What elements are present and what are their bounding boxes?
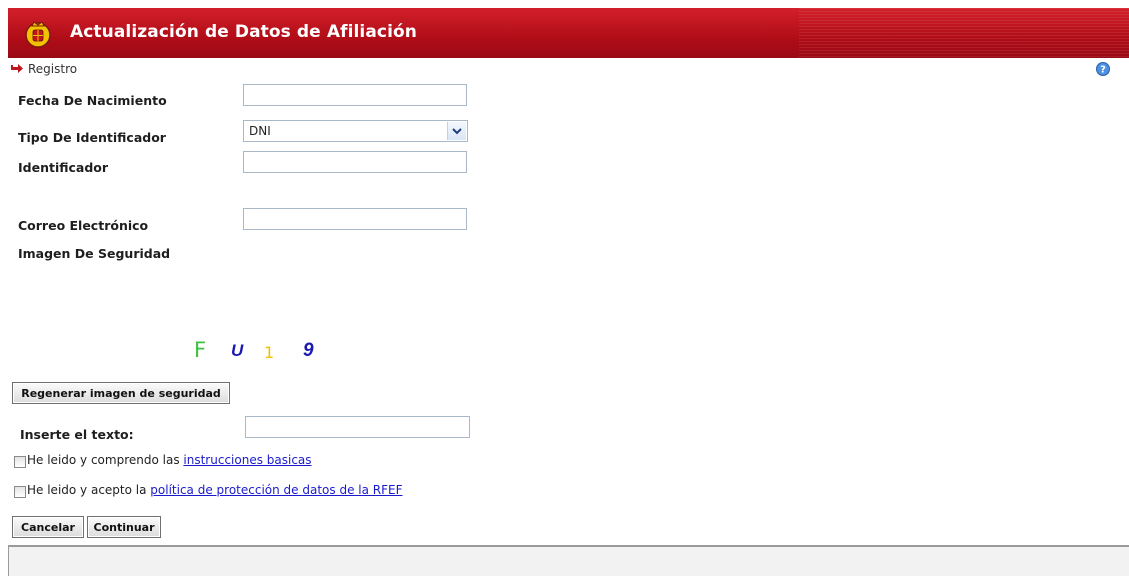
regenerar-button[interactable]: Regenerar imagen de seguridad: [12, 382, 230, 404]
tipo-identificador-value: DNI: [249, 124, 271, 138]
fecha-label: Fecha De Nacimiento: [18, 93, 167, 108]
svg-text:?: ?: [1100, 65, 1106, 76]
instrucciones-checkbox[interactable]: [14, 456, 26, 468]
imagen-label: Imagen De Seguridad: [18, 246, 171, 261]
arrow-right-icon: [11, 64, 23, 73]
select-dropdown-button[interactable]: [447, 122, 466, 140]
fecha-nacimiento-input[interactable]: [243, 84, 467, 106]
tipo-label: Tipo De Identificador: [18, 130, 166, 145]
page-title: Actualización de Datos de Afiliación: [70, 22, 418, 42]
check2-text: He leido y acepto la: [27, 483, 147, 497]
breadcrumb-label: Registro: [28, 62, 78, 76]
breadcrumb: Registro: [10, 62, 77, 76]
captcha-char-4: 9: [303, 340, 314, 361]
politica-link[interactable]: política de protección de datos de la RF…: [150, 483, 402, 497]
check1-line: He leido y comprendo las instrucciones b…: [27, 453, 312, 467]
tipo-identificador-select[interactable]: DNI: [243, 120, 468, 142]
instrucciones-link[interactable]: instrucciones basicas: [183, 453, 311, 467]
identificador-input[interactable]: [243, 151, 467, 173]
correo-label: Correo Electrónico: [18, 218, 149, 233]
app-header: Actualización de Datos de Afiliación: [8, 8, 1129, 58]
correo-input[interactable]: [243, 208, 467, 230]
footer-bar: [8, 545, 1129, 576]
check1-text: He leido y comprendo las: [27, 453, 180, 467]
cancelar-button[interactable]: Cancelar: [12, 516, 84, 538]
chevron-down-icon: [452, 128, 462, 135]
help-icon[interactable]: ?: [1096, 62, 1110, 76]
continuar-button[interactable]: Continuar: [87, 516, 161, 538]
inserte-texto-input[interactable]: [245, 416, 470, 438]
politica-checkbox[interactable]: [14, 486, 26, 498]
identificador-label: Identificador: [18, 160, 109, 175]
captcha-char-1: F: [194, 338, 207, 362]
captcha-char-2: U: [231, 341, 244, 360]
check2-line: He leido y acepto la política de protecc…: [27, 483, 403, 497]
inserte-label: Inserte el texto:: [20, 427, 134, 442]
rfef-crest-icon: [25, 21, 51, 48]
captcha-char-3: 1: [264, 343, 275, 362]
header-stripes: [799, 8, 1129, 58]
